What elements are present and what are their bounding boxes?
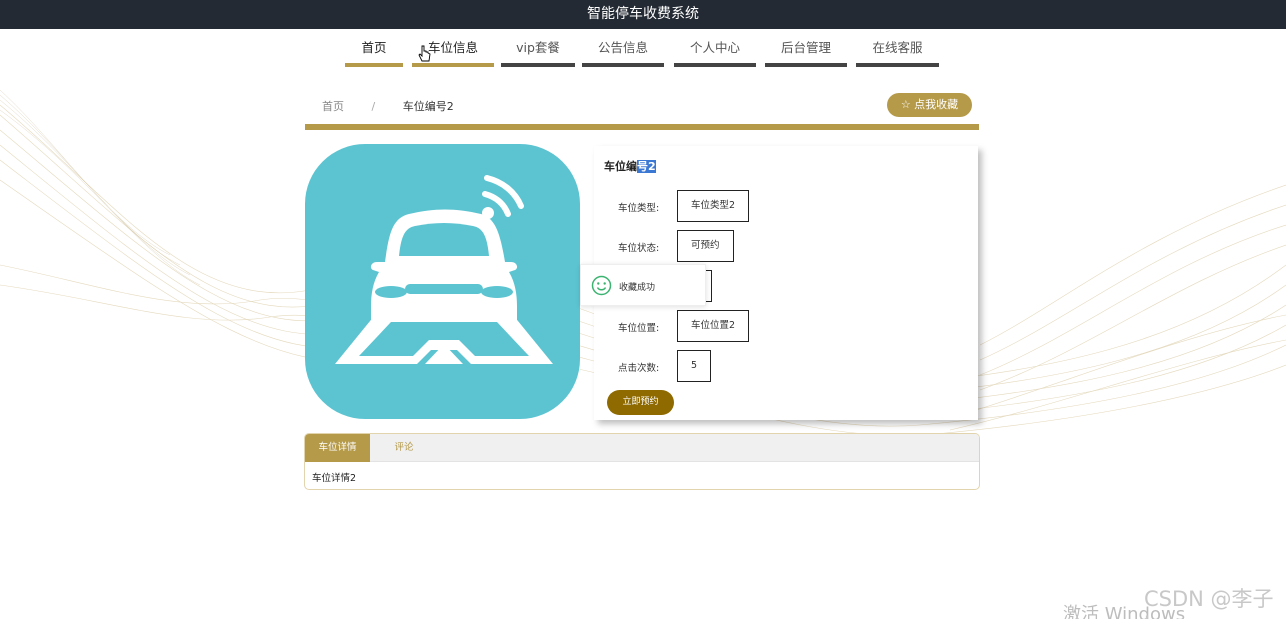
nav-announcements-label: 公告信息 xyxy=(597,40,648,55)
field-clicks-label: 点击次数: xyxy=(618,363,660,374)
nav-vip-underline xyxy=(501,63,575,67)
mouse-pointer-icon xyxy=(418,45,431,62)
nav-home-label: 首页 xyxy=(361,40,387,55)
field-row-clicks: 点击次数: 5 xyxy=(594,350,978,382)
nav-online-service[interactable]: 在线客服 xyxy=(856,38,939,67)
nav-personal-center-label: 个人中心 xyxy=(689,40,740,55)
toast-text: 收藏成功 xyxy=(619,283,656,293)
nav-personal-center[interactable]: 个人中心 xyxy=(674,38,756,67)
field-status-label: 车位状态: xyxy=(618,243,660,254)
parking-car-image xyxy=(305,144,580,419)
csdn-watermark: CSDN @李子b xyxy=(1144,587,1274,619)
field-type-label: 车位类型: xyxy=(618,203,660,214)
nav-parking-info-label: 车位信息 xyxy=(427,40,478,55)
detail-title: 车位编号2 xyxy=(604,158,656,174)
nav-personal-center-underline xyxy=(674,63,756,67)
main-nav: 首页 车位信息 vip套餐 公告信息 个人中心 后台管理 在线客服 xyxy=(0,38,1286,68)
field-status-value: 可预约 xyxy=(677,230,734,262)
detail-title-prefix: 车位编 xyxy=(604,160,637,173)
field-row-type: 车位类型: 车位类型2 xyxy=(594,190,978,222)
nav-admin-label: 后台管理 xyxy=(780,40,831,55)
nav-home-underline xyxy=(345,63,403,67)
detail-tabs: 车位详情 评论 车位详情2 xyxy=(304,433,980,490)
field-clicks-value: 5 xyxy=(677,350,712,382)
top-header: 智能停车收费系统 xyxy=(0,0,1286,29)
nav-admin-underline xyxy=(765,63,847,67)
smile-icon xyxy=(591,275,612,296)
tabs-header: 车位详情 评论 xyxy=(305,434,979,462)
gold-divider xyxy=(305,124,979,130)
breadcrumb: 首页 / 车位编号2 xyxy=(322,98,454,114)
tab-content: 车位详情2 xyxy=(312,473,357,484)
nav-online-service-underline xyxy=(856,63,939,67)
breadcrumb-home[interactable]: 首页 xyxy=(322,100,344,113)
success-toast: 收藏成功 xyxy=(580,264,706,306)
site-title: 智能停车收费系统 xyxy=(587,6,699,22)
nav-vip[interactable]: vip套餐 xyxy=(501,38,575,67)
favorite-button[interactable]: ☆ 点我收藏 xyxy=(887,93,972,117)
breadcrumb-current: 车位编号2 xyxy=(402,100,454,113)
field-location-label: 车位位置: xyxy=(618,323,660,334)
breadcrumb-separator: / xyxy=(371,100,376,113)
nav-online-service-label: 在线客服 xyxy=(872,40,923,55)
reserve-button[interactable]: 立即预约 xyxy=(607,390,674,415)
tab-parking-detail[interactable]: 车位详情 xyxy=(305,434,370,462)
nav-announcements-underline xyxy=(582,63,664,67)
tab-comments[interactable]: 评论 xyxy=(370,434,438,462)
nav-announcements[interactable]: 公告信息 xyxy=(582,38,664,67)
field-location-value: 车位位置2 xyxy=(677,310,750,342)
detail-title-selected: 号2 xyxy=(637,160,656,173)
field-type-value: 车位类型2 xyxy=(677,190,750,222)
nav-parking-info-underline xyxy=(412,63,494,67)
field-row-location: 车位位置: 车位位置2 xyxy=(594,310,978,342)
nav-home[interactable]: 首页 xyxy=(345,38,403,67)
nav-admin[interactable]: 后台管理 xyxy=(765,38,847,67)
field-row-status: 车位状态: 可预约 xyxy=(594,230,978,262)
nav-vip-label: vip套餐 xyxy=(516,40,560,55)
